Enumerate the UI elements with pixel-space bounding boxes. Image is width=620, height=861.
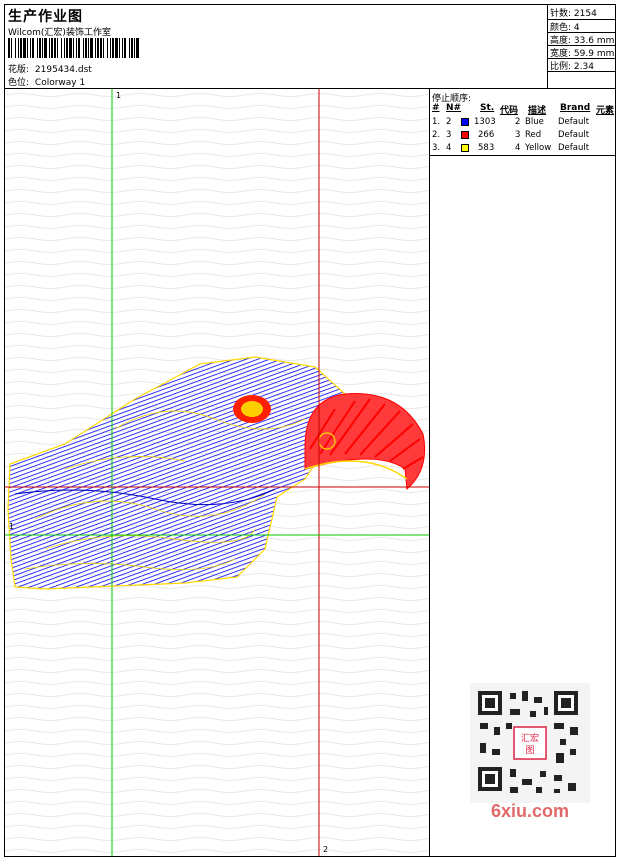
colorway-label: 色位:	[8, 78, 30, 88]
specs-panel: 针数: 2154 颜色: 4 高度: 33.6 mm 宽度: 59.9 mm 比…	[548, 5, 615, 89]
row-2-stitches: 266	[478, 130, 495, 140]
row-3-stitches: 583	[478, 143, 495, 153]
svg-text:图: 图	[525, 745, 534, 756]
col-needle: N#	[446, 103, 462, 113]
row-3-num: 3.	[432, 143, 441, 153]
design-row: 花版: 2195434.dst	[8, 62, 92, 75]
row-3-code: 4	[515, 143, 521, 153]
row-2-swatch	[461, 131, 469, 139]
design-canvas: 1 2 1	[5, 89, 430, 856]
row-1-description: Blue	[525, 117, 544, 127]
studio-name: Wilcom(汇宏)装饰工作室	[8, 28, 111, 38]
qr-code-icon: 汇宏 图	[470, 683, 590, 803]
guide-label-v1: 1	[116, 91, 122, 100]
watermark-text: 6xiu.com	[490, 801, 570, 821]
eye-yellow	[241, 401, 263, 417]
row-3-brand: Default	[558, 143, 590, 153]
embroidery-preview	[5, 89, 429, 856]
row-3-swatch	[461, 144, 469, 152]
row-2-num: 2.	[432, 130, 441, 140]
colorway-row: 色位: Colorway 1	[8, 75, 85, 88]
col-num: #	[432, 103, 440, 113]
table-divider	[430, 155, 615, 156]
row-3-needle: 4	[446, 143, 452, 153]
design-label: 花版:	[8, 65, 30, 75]
row-1-num: 1.	[432, 117, 441, 127]
guide-label-v2: 2	[323, 845, 329, 854]
row-1-swatch	[461, 118, 469, 126]
row-1-needle: 2	[446, 117, 452, 127]
barcode-icon	[8, 38, 139, 58]
header-panel: 生产作业图 Wilcom(汇宏)装饰工作室 花版: 2195434.dst 色位…	[5, 5, 548, 89]
seal-text: 汇宏	[521, 732, 539, 744]
guide-label-h1: 1	[9, 522, 15, 531]
production-sheet: 生产作业图 Wilcom(汇宏)装饰工作室 花版: 2195434.dst 色位…	[4, 4, 616, 857]
row-1-code: 2	[515, 117, 521, 127]
row-2-code: 3	[515, 130, 521, 140]
row-1-stitches: 1303	[474, 117, 496, 127]
col-stitches: St.	[480, 103, 495, 113]
row-2-description: Red	[525, 130, 542, 140]
col-element: 元素	[596, 106, 615, 116]
sheet-title: 生产作业图	[8, 9, 83, 25]
row-3-description: Yellow	[525, 143, 552, 153]
row-2-needle: 3	[446, 130, 452, 140]
col-code: 代码	[500, 106, 519, 116]
stop-sequence-panel: 停止顺序: # N# St. 代码 描述 Brand 元素 1. 2 1303 …	[430, 89, 615, 856]
design-file: 2195434.dst	[34, 65, 92, 75]
spec-stitches: 针数: 2154	[550, 9, 597, 19]
col-description: 描述	[528, 106, 547, 116]
row-1-brand: Default	[558, 117, 590, 127]
colorway-name: Colorway 1	[34, 78, 86, 88]
row-2-brand: Default	[558, 130, 590, 140]
col-brand: Brand	[560, 103, 591, 113]
